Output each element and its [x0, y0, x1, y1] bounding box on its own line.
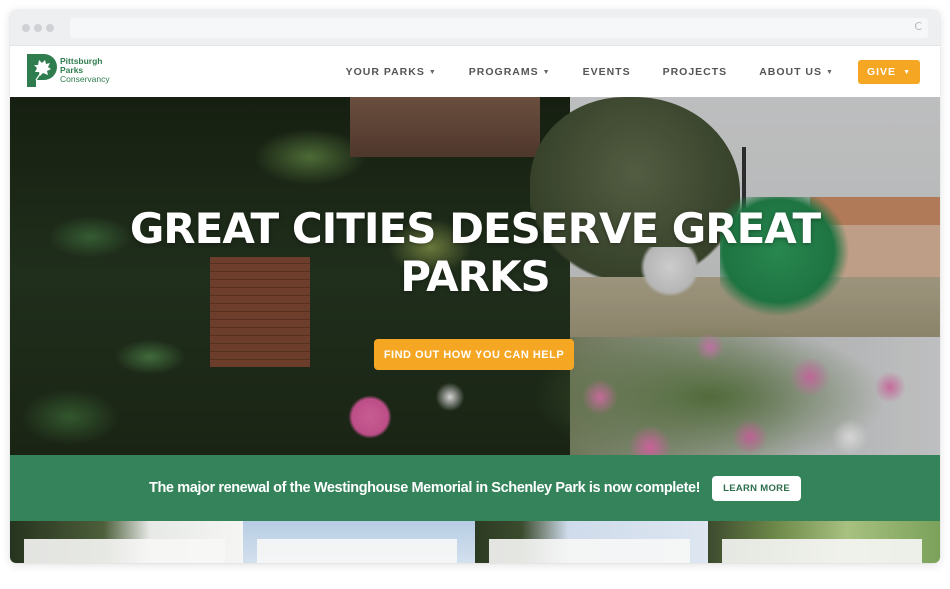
- nav-events[interactable]: EVENTS: [583, 66, 631, 78]
- give-button[interactable]: GIVE ▼: [857, 60, 920, 84]
- feature-cards: [10, 521, 940, 563]
- feature-card[interactable]: [242, 521, 475, 563]
- nav-projects-label: PROJECTS: [662, 66, 728, 78]
- learn-more-button[interactable]: LEARN MORE: [712, 475, 801, 501]
- feature-card[interactable]: [707, 521, 940, 563]
- chevron-down-icon: ▼: [428, 68, 437, 76]
- feature-card[interactable]: [475, 521, 708, 563]
- browser-toolbar: C: [10, 10, 940, 46]
- feature-card[interactable]: [10, 521, 243, 563]
- browser-window: C Pittsburgh Parks Conservancy YOUR PARK…: [10, 10, 940, 563]
- chevron-down-icon: ▼: [826, 68, 834, 76]
- give-button-label: GIVE: [866, 66, 897, 78]
- hero-title-line-1: GREAT CITIES DESERVE GREAT: [129, 204, 821, 253]
- site-header: Pittsburgh Parks Conservancy YOUR PARKS …: [10, 46, 940, 97]
- feature-card-panel: [721, 539, 922, 563]
- maximize-window-dot[interactable]: [46, 24, 54, 32]
- minimize-window-dot[interactable]: [34, 24, 42, 32]
- hero-title: GREAT CITIES DESERVE GREAT PARKS: [10, 205, 940, 301]
- nav-programs[interactable]: PROGRAMS ▼: [469, 66, 551, 78]
- nav-about-us-label: ABOUT US: [759, 66, 823, 78]
- hero-title-line-2: PARKS: [400, 252, 551, 301]
- logo[interactable]: Pittsburgh Parks Conservancy: [27, 54, 110, 87]
- announcement-text: The major renewal of the Westinghouse Me…: [149, 480, 701, 496]
- find-out-how-button[interactable]: FIND OUT HOW YOU CAN HELP: [374, 339, 574, 370]
- nav-programs-label: PROGRAMS: [468, 66, 539, 78]
- nav-projects[interactable]: PROJECTS: [663, 66, 728, 78]
- nav-your-parks-label: YOUR PARKS: [345, 66, 425, 78]
- leaf-p-logo-icon: [27, 54, 57, 87]
- feature-card-panel: [489, 539, 690, 563]
- hero-banner: GREAT CITIES DESERVE GREAT PARKS FIND OU…: [10, 97, 940, 455]
- window-controls: [22, 24, 54, 32]
- logo-line-3: Conservancy: [60, 74, 110, 84]
- chevron-down-icon: ▼: [903, 68, 911, 76]
- logo-text: Pittsburgh Parks Conservancy: [60, 57, 110, 84]
- feature-card-panel: [24, 539, 225, 563]
- nav-your-parks[interactable]: YOUR PARKS ▼: [346, 66, 437, 78]
- chevron-down-icon: ▼: [542, 68, 551, 76]
- close-window-dot[interactable]: [22, 24, 30, 32]
- nav-about-us[interactable]: ABOUT US ▼: [759, 66, 834, 78]
- feature-card-panel: [256, 539, 457, 563]
- main-nav: YOUR PARKS ▼ PROGRAMS ▼ EVENTS PROJECTS …: [346, 60, 920, 84]
- announcement-bar: The major renewal of the Westinghouse Me…: [10, 455, 940, 521]
- address-bar[interactable]: C: [70, 18, 928, 38]
- reload-icon[interactable]: C: [914, 20, 922, 33]
- nav-events-label: EVENTS: [582, 66, 631, 78]
